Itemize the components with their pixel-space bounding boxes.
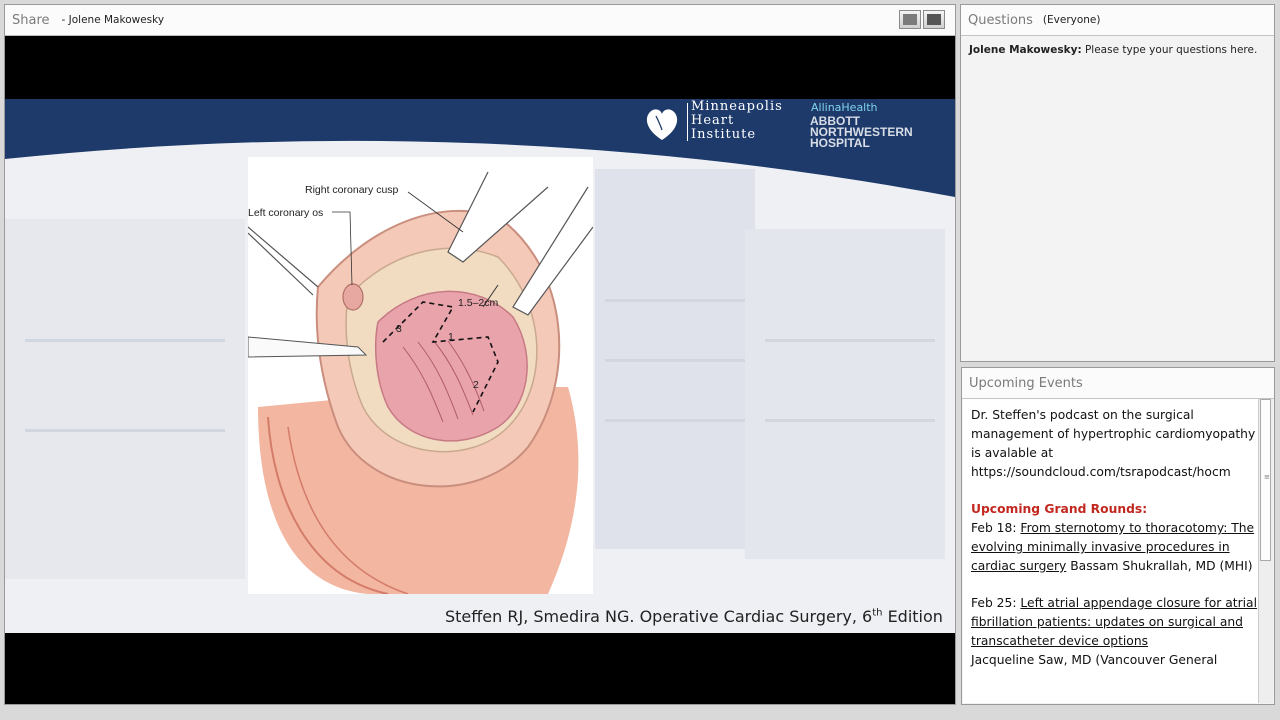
mhi-line2: Heart <box>691 113 735 128</box>
building-watermark-right <box>745 229 945 559</box>
aortic-valve-illustration <box>247 171 594 595</box>
grip-icon: ≡ <box>1264 473 1270 481</box>
mhi-line3: Institute <box>691 127 757 142</box>
event-item-feb18: Feb 18: From sternotomy to thoracotomy: … <box>971 519 1258 576</box>
share-title: Share <box>12 12 50 28</box>
questions-audience[interactable]: (Everyone) <box>1043 14 1101 26</box>
grand-rounds-heading: Upcoming Grand Rounds: <box>971 502 1148 516</box>
label-measurement: 1.5–2cm <box>458 297 499 309</box>
message-author: Jolene Makowesky: <box>969 44 1082 56</box>
building-line <box>605 299 745 302</box>
event-speaker: Bassam Shukrallah, MD (MHI) <box>1066 559 1253 573</box>
events-header: Upcoming Events <box>962 368 1274 399</box>
citation-main: Steffen RJ, Smedira NG. Operative Cardia… <box>445 607 873 626</box>
events-title: Upcoming Events <box>969 375 1083 391</box>
events-scrollbar[interactable]: ≡ <box>1258 399 1273 703</box>
questions-header: Questions (Everyone) <box>961 5 1274 36</box>
label-region-3: 3 <box>396 323 402 335</box>
hospital-wordmark: ABBOTT NORTHWESTERN HOSPITAL <box>810 115 913 150</box>
layout-toggle <box>899 10 945 29</box>
scrollbar-thumb[interactable]: ≡ <box>1260 399 1271 561</box>
label-region-1: 1 <box>448 331 454 343</box>
full-screen-icon[interactable] <box>923 10 945 29</box>
share-pod-header: Share - Jolene Makowesky <box>5 5 955 36</box>
questions-body[interactable]: Jolene Makowesky: Please type your quest… <box>962 36 1273 360</box>
questions-title: Questions <box>968 12 1033 28</box>
message-text: Please type your questions here. <box>1081 44 1258 56</box>
chat-message: Jolene Makowesky: Please type your quest… <box>969 44 1257 56</box>
event-date: Feb 25: <box>971 596 1021 610</box>
building-line <box>605 419 745 422</box>
events-body: Dr. Steffen's podcast on the surgical ma… <box>963 399 1258 703</box>
upcoming-events-pod: Upcoming Events Dr. Steffen's podcast on… <box>961 367 1275 705</box>
questions-pod: Questions (Everyone) Jolene Makowesky: P… <box>960 4 1275 362</box>
building-line <box>765 339 935 342</box>
presenter-name: - Jolene Makowesky <box>61 14 165 26</box>
building-line <box>25 339 225 342</box>
label-right-coronary-cusp: Right coronary cusp <box>305 184 399 196</box>
label-left-coronary-os: Left coronary os <box>248 207 324 219</box>
fit-width-icon[interactable] <box>899 10 921 29</box>
logo-divider <box>687 103 688 141</box>
hospital-line3: HOSPITAL <box>810 136 870 150</box>
allina-wordmark: AllinaHealth <box>811 101 878 114</box>
mhi-line1: Minneapolis <box>691 99 783 114</box>
citation-sup: th <box>872 607 883 619</box>
building-line <box>605 359 745 362</box>
event-speaker: Jacqueline Saw, MD (Vancouver General <box>971 653 1218 667</box>
event-date: Feb 18: <box>971 521 1021 535</box>
slide-citation: Steffen RJ, Smedira NG. Operative Cardia… <box>445 607 943 626</box>
surgical-illustration: Right coronary cusp Left coronary os 1.5… <box>247 157 594 595</box>
mhi-wordmark: Minneapolis Heart Institute <box>691 100 783 142</box>
building-watermark-left <box>5 219 245 579</box>
podcast-note: Dr. Steffen's podcast on the surgical ma… <box>971 408 1256 479</box>
label-region-2: 2 <box>473 379 479 391</box>
building-line <box>765 419 935 422</box>
event-item-feb25: Feb 25: Left atrial appendage closure fo… <box>971 594 1258 670</box>
slide-content: Minneapolis Heart Institute AllinaHealth… <box>5 99 955 633</box>
building-line <box>25 429 225 432</box>
citation-end: Edition <box>882 607 943 626</box>
